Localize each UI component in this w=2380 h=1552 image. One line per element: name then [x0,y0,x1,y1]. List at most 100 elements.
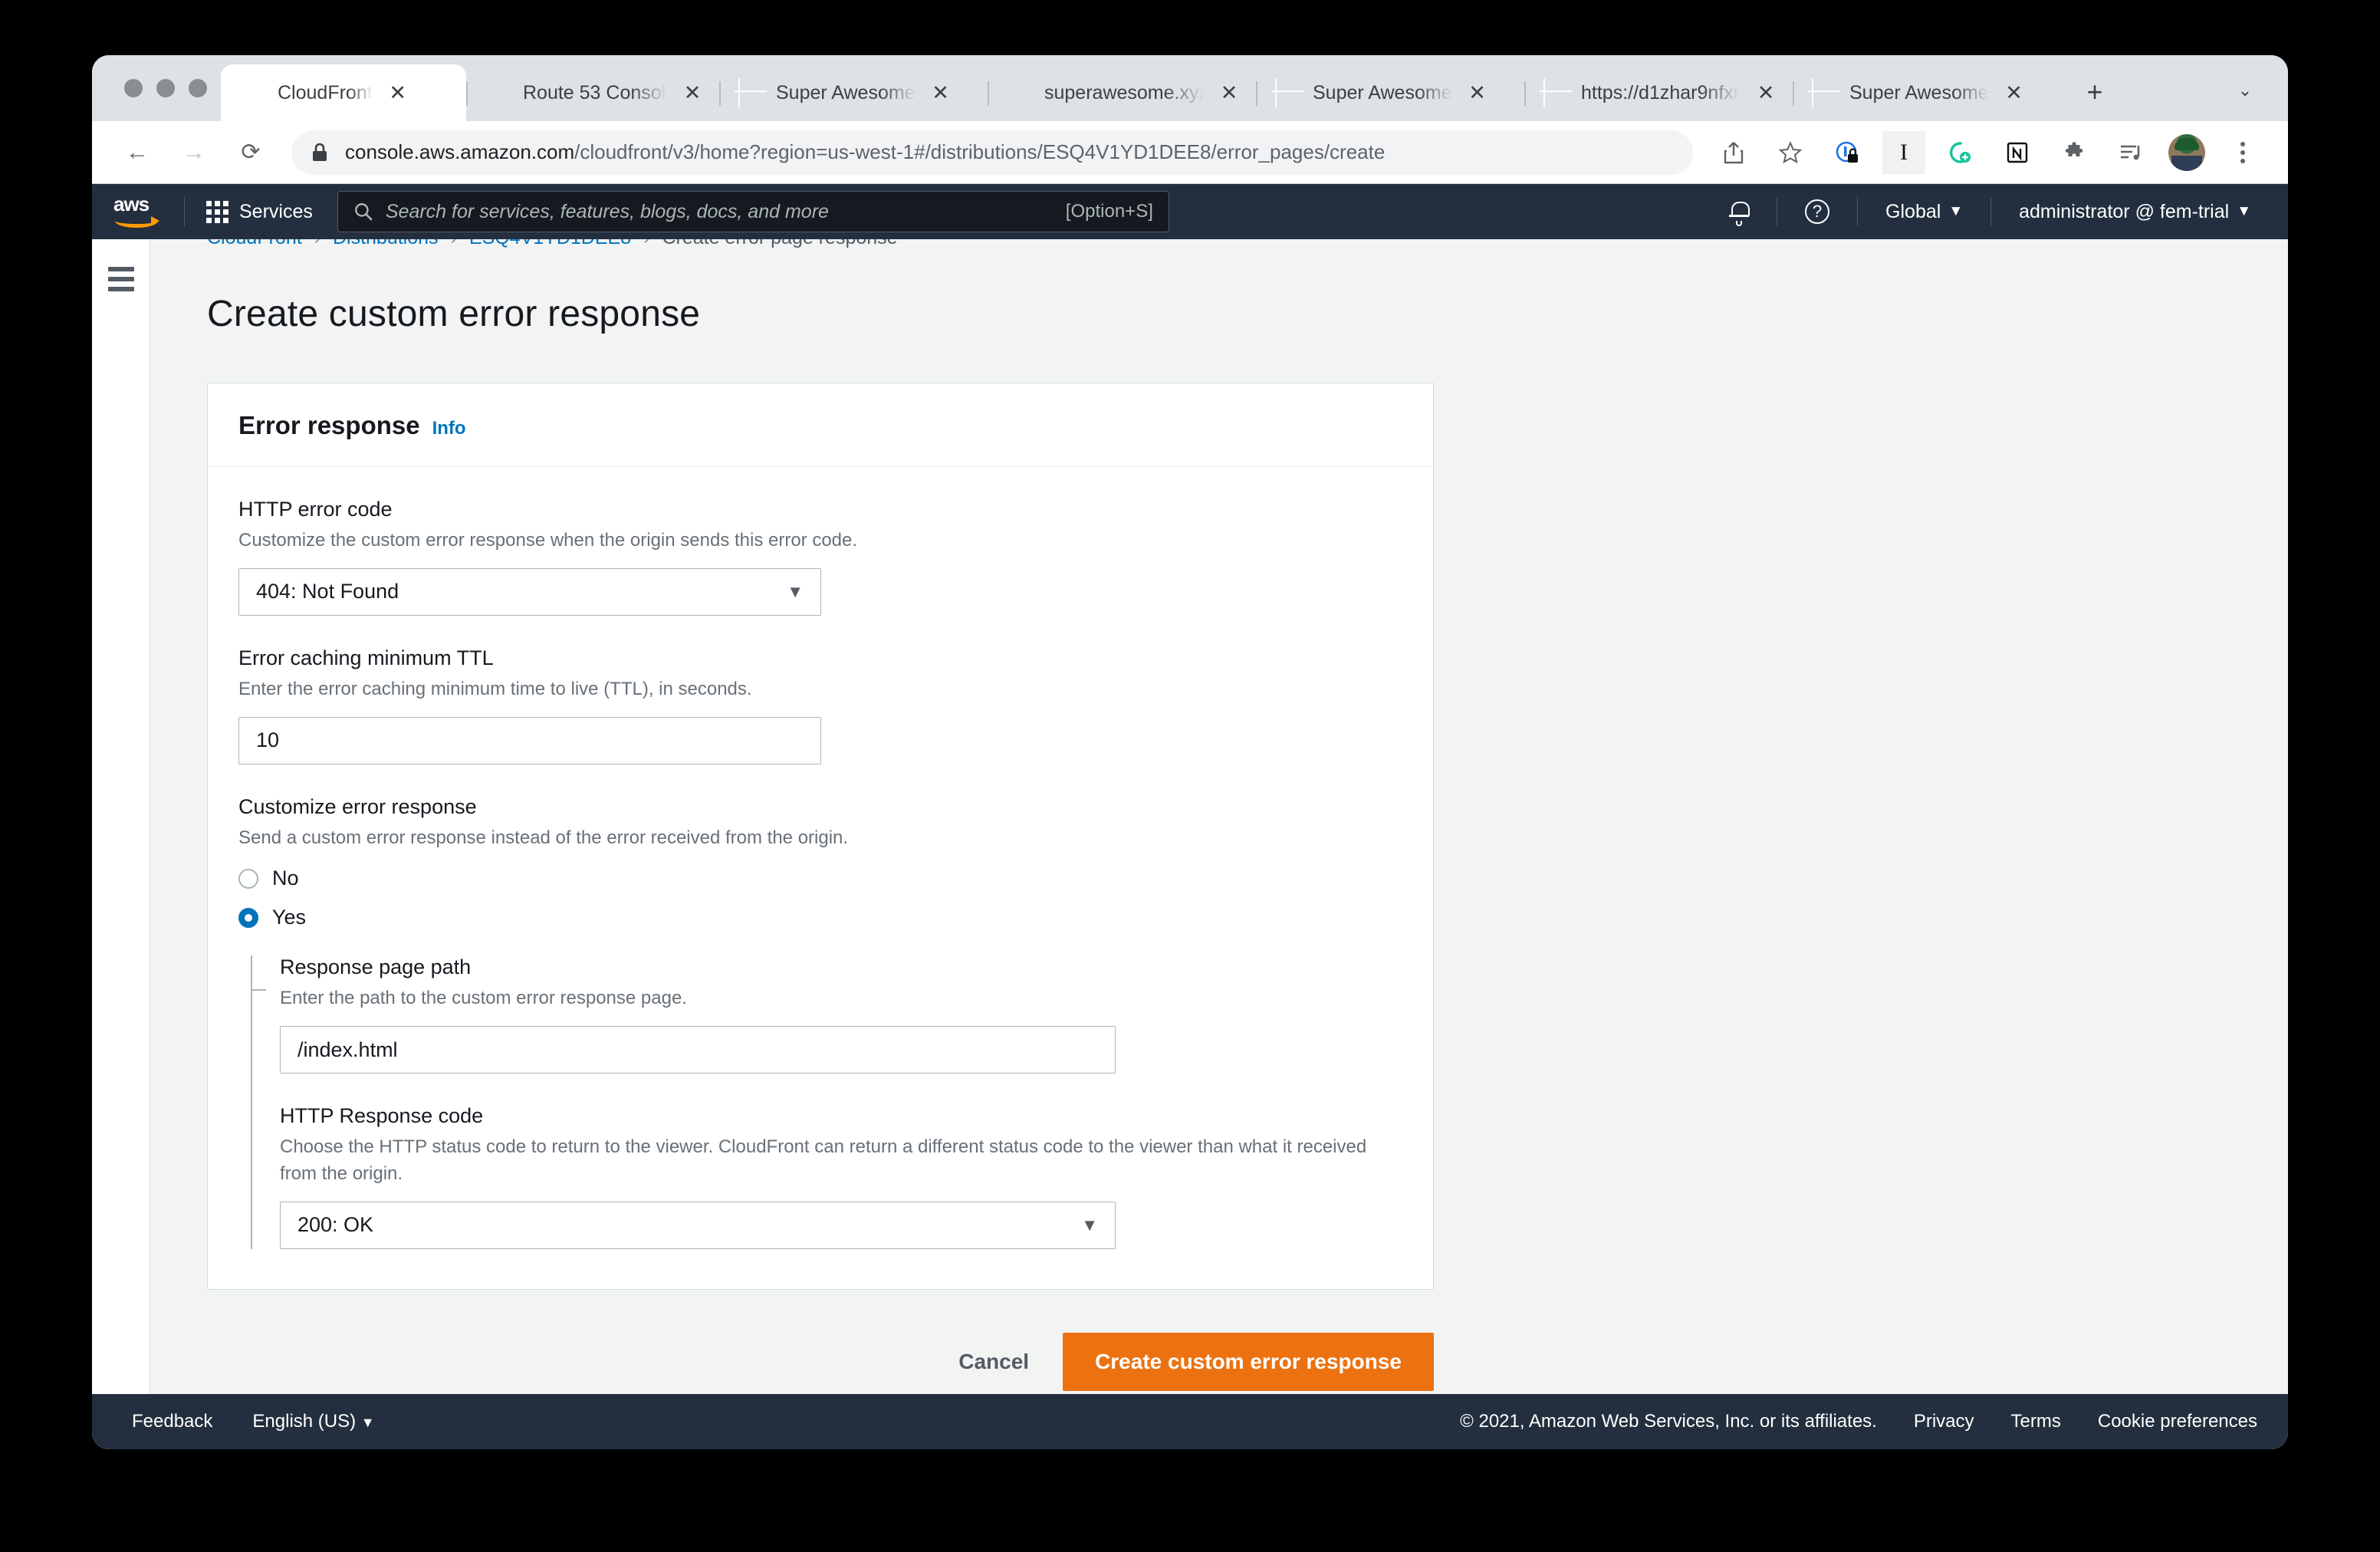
services-menu-button[interactable]: Services [196,184,324,239]
http-response-code-select[interactable]: 200: OK ▼ [280,1201,1116,1249]
back-button[interactable]: ← [116,131,159,174]
radio-option-no[interactable]: No [238,866,1402,890]
forward-button[interactable]: → [173,131,215,174]
browser-menu-icon[interactable] [2221,131,2264,174]
globe-icon [739,81,762,104]
close-tab-button[interactable]: ✕ [1216,80,1242,106]
aws-search-shortcut: [Option+S] [1065,201,1153,222]
toolbar-actions: I [1705,130,2271,174]
grammarly-icon[interactable] [1939,131,1982,174]
aws-logo-text: aws [113,192,150,215]
region-selector[interactable]: Global ▼ [1869,201,1980,223]
aws-header-right: ? Global ▼ administrator @ fem-trial ▼ [1712,197,2288,226]
new-tab-button[interactable]: + [2075,72,2115,112]
privacy-badger-icon[interactable] [1826,131,1869,174]
chevron-down-icon: ▼ [2237,203,2251,219]
radio-option-yes[interactable]: Yes [238,906,1402,929]
address-bar[interactable]: console.aws.amazon.com/cloudfront/v3/hom… [291,130,1693,175]
globe-icon [1813,81,1836,104]
bookmark-star-icon[interactable] [1769,131,1812,174]
notifications-button[interactable] [1712,200,1766,226]
question-mark-icon: ? [1805,199,1830,224]
info-link[interactable]: Info [432,418,466,439]
share-icon[interactable] [1712,131,1755,174]
field-error-caching-ttl: Error caching minimum TTL Enter the erro… [238,646,1402,764]
radio-no-label: No [272,866,299,890]
aws-search-input[interactable]: Search for services, features, blogs, do… [386,201,1066,223]
create-custom-error-response-button[interactable]: Create custom error response [1063,1332,1434,1391]
notion-icon[interactable] [1996,131,2039,174]
close-window-button[interactable] [124,79,143,97]
header-divider [1990,197,1992,226]
breadcrumb-item-cloudfront[interactable]: CloudFront [207,239,302,249]
http-error-code-select[interactable]: 404: Not Found ▼ [238,567,821,616]
response-page-path-description: Enter the path to the custom error respo… [280,988,687,1009]
close-tab-button[interactable]: ✕ [2001,80,2027,106]
services-label: Services [239,200,313,222]
http-error-code-value: 404: Not Found [256,580,399,603]
browser-tab-d1zhar9nfxn[interactable]: https://d1zhar9nfxn ✕ [1524,64,1793,121]
field-customize-error-response: Customize error response Send a custom e… [238,795,1402,1249]
zoom-window-button[interactable] [189,79,207,97]
region-label: Global [1885,200,1941,222]
radio-yes-input[interactable] [238,907,258,928]
browser-tab-super-awesome-2[interactable]: Super Awesome ✕ [1256,64,1524,121]
help-button[interactable]: ? [1788,199,1846,224]
tab-label: Super Awesome [1849,81,1989,104]
breadcrumb-separator: › [643,239,649,249]
header-divider [184,197,185,226]
feedback-link[interactable]: Feedback [132,1411,212,1432]
chevron-down-icon: ▼ [1948,203,1964,219]
browser-tab-route53[interactable]: Route 53 Console H ✕ [466,64,719,121]
browser-tab-super-awesome-3[interactable]: Super Awesome ✕ [1793,64,2061,121]
tab-list-chevron-icon[interactable]: ⌄ [2222,69,2268,112]
extensions-puzzle-icon[interactable] [2053,131,2096,174]
language-selector[interactable]: English (US) ▼ [252,1411,374,1432]
close-tab-button[interactable]: ✕ [1464,80,1491,106]
cookie-preferences-link[interactable]: Cookie preferences [2098,1411,2257,1432]
breadcrumb-item-distributions[interactable]: Distributions [333,239,439,249]
response-page-path-input[interactable]: /index.html [280,1026,1116,1074]
instapaper-icon[interactable]: I [1882,130,1925,174]
close-tab-button[interactable]: ✕ [1753,80,1779,106]
minimize-window-button[interactable] [156,79,175,97]
card-heading: Error response [238,411,420,439]
browser-tab-superawesome-xyz[interactable]: superawesome.xyz ✕ [988,64,1256,121]
side-nav-rail [92,239,150,1394]
http-response-code-label: HTTP Response code [280,1104,484,1128]
http-response-code-description: Choose the HTTP status code to return to… [280,1136,1367,1184]
close-tab-button[interactable]: ✕ [385,80,411,106]
error-caching-ttl-input[interactable]: 10 [238,716,821,764]
close-tab-button[interactable]: ✕ [679,80,705,106]
customize-error-response-description: Send a custom error response instead of … [238,827,849,848]
page-title: Create custom error response [207,294,701,334]
reading-list-icon[interactable] [2109,131,2152,174]
hamburger-menu-icon[interactable] [107,267,134,1394]
breadcrumb-item-distribution-id[interactable]: ESQ4V1YD1DEE8 [469,239,631,249]
cancel-button[interactable]: Cancel [932,1334,1055,1389]
aws-search-box[interactable]: Search for services, features, blogs, do… [337,191,1169,232]
field-http-response-code: HTTP Response code Choose the HTTP statu… [280,1104,1402,1249]
account-menu[interactable]: administrator @ fem-trial ▼ [2002,201,2268,223]
reload-button[interactable]: ⟳ [229,131,272,174]
breadcrumb-item-current: Create error page response [662,239,897,249]
card-header: Error response Info [208,383,1433,467]
browser-tab-cloudfront[interactable]: CloudFront ✕ [221,64,466,121]
aws-logo-smile-icon [115,214,159,228]
close-tab-button[interactable]: ✕ [928,80,954,106]
aws-cube-icon [486,81,509,104]
card-body: HTTP error code Customize the custom err… [208,467,1433,1289]
browser-tab-super-awesome-1[interactable]: Super Awesome ✕ [719,64,988,121]
radio-no-input[interactable] [238,868,258,889]
breadcrumb-separator: › [451,239,457,249]
url-host: console.aws.amazon.com [345,140,575,163]
aws-logo[interactable]: aws [112,192,167,231]
error-response-card: Error response Info HTTP error code Cust… [207,383,1434,1290]
terms-link[interactable]: Terms [2011,1411,2061,1432]
footer-right: © 2021, Amazon Web Services, Inc. or its… [1460,1411,2257,1432]
privacy-link[interactable]: Privacy [1914,1411,1974,1432]
http-error-code-description: Customize the custom error response when… [238,530,858,551]
error-caching-ttl-label: Error caching minimum TTL [238,646,494,669]
form-actions: Cancel Create custom error response [207,1332,1434,1391]
profile-avatar[interactable] [2168,133,2205,171]
